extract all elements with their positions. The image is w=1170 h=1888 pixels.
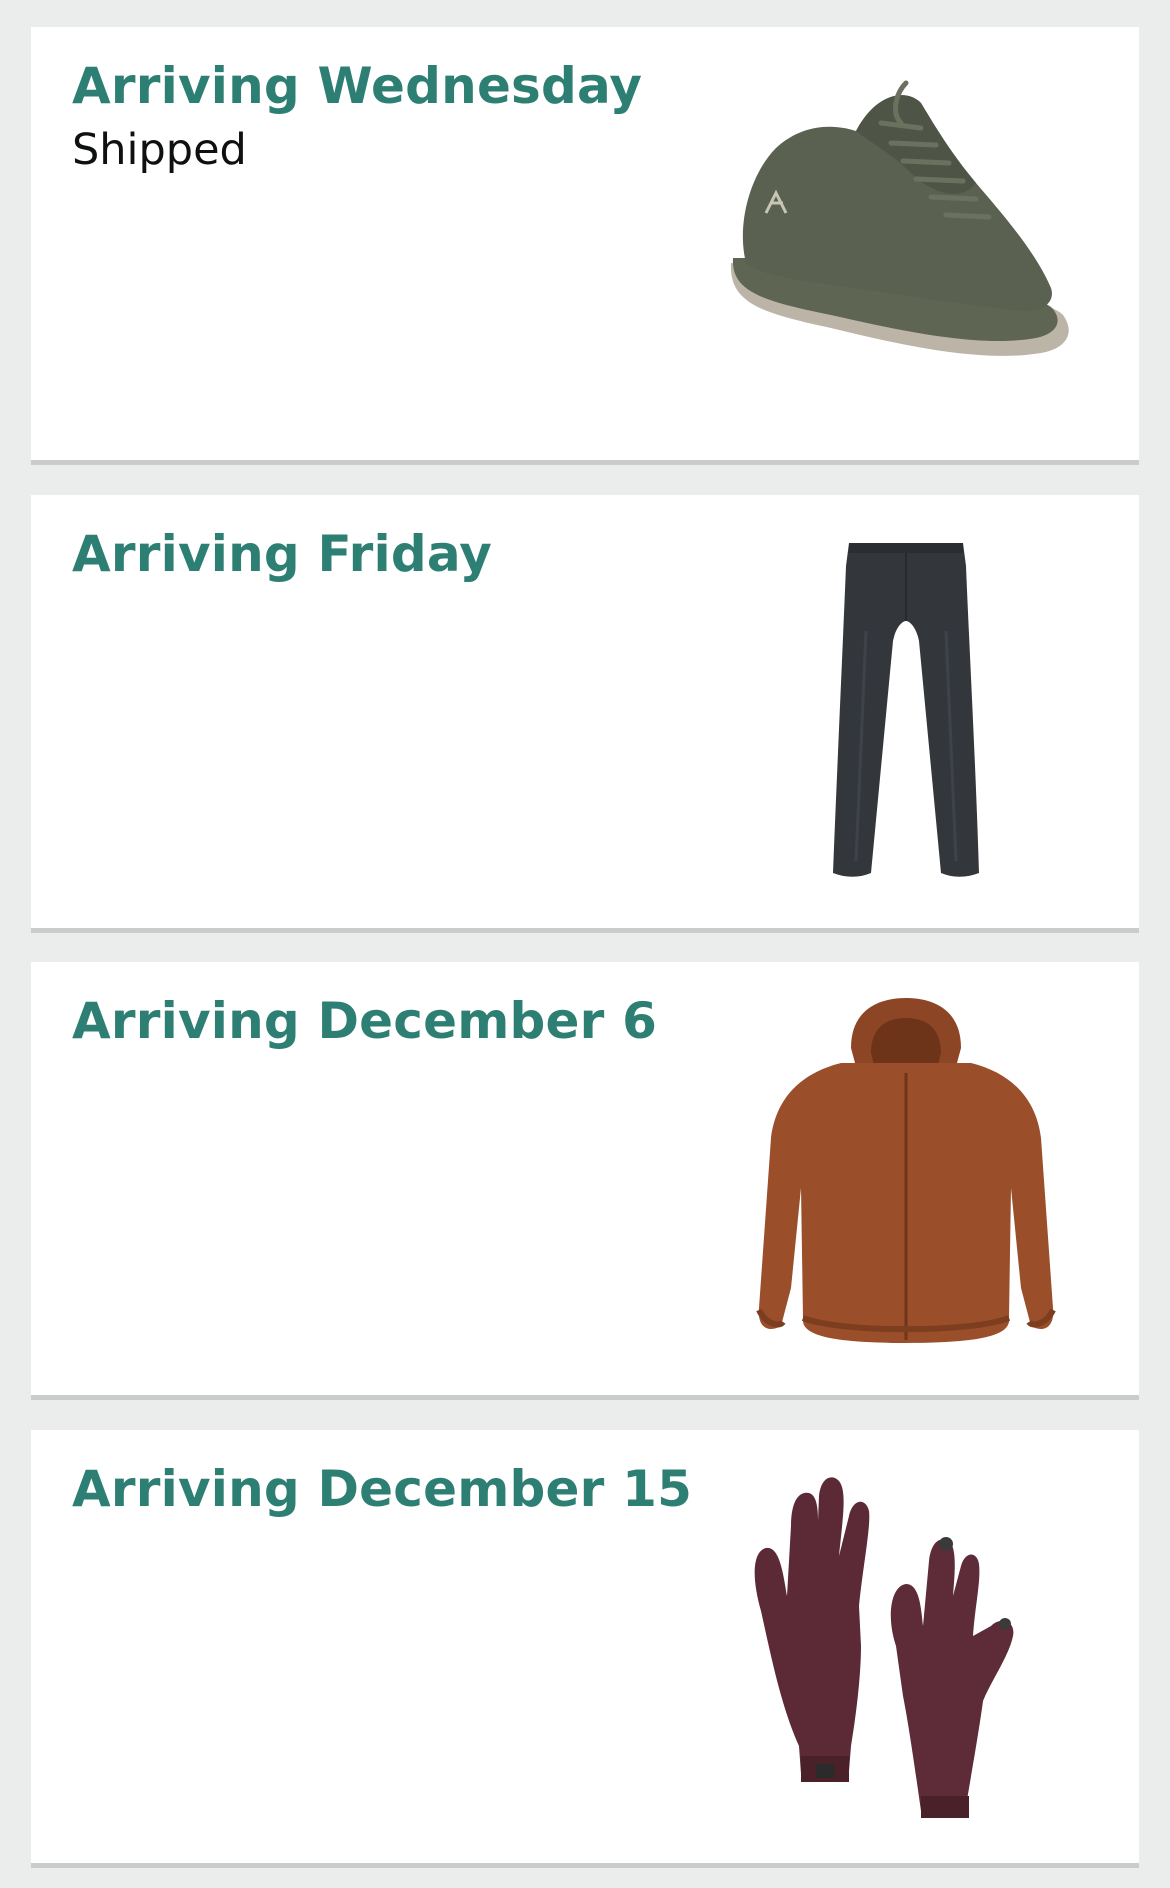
delivery-status-title: Arriving December 6 xyxy=(72,992,658,1050)
delivery-status-title: Arriving Wednesday xyxy=(72,57,643,115)
hooded-jacket-icon[interactable] xyxy=(691,988,1091,1368)
gloves-icon[interactable] xyxy=(691,1456,1091,1836)
pants-icon[interactable] xyxy=(691,521,1091,901)
delivery-card[interactable]: Arriving December 6 xyxy=(31,962,1139,1400)
delivery-status-subtitle: Shipped xyxy=(72,125,247,175)
delivery-card[interactable]: Arriving Friday xyxy=(31,495,1139,933)
hiking-shoe-icon[interactable] xyxy=(691,53,1091,433)
delivery-status-title: Arriving Friday xyxy=(72,525,493,583)
delivery-card[interactable]: Arriving Wednesday Shipped xyxy=(31,27,1139,465)
delivery-card[interactable]: Arriving December 15 xyxy=(31,1430,1139,1868)
delivery-status-title: Arriving December 15 xyxy=(72,1460,693,1518)
